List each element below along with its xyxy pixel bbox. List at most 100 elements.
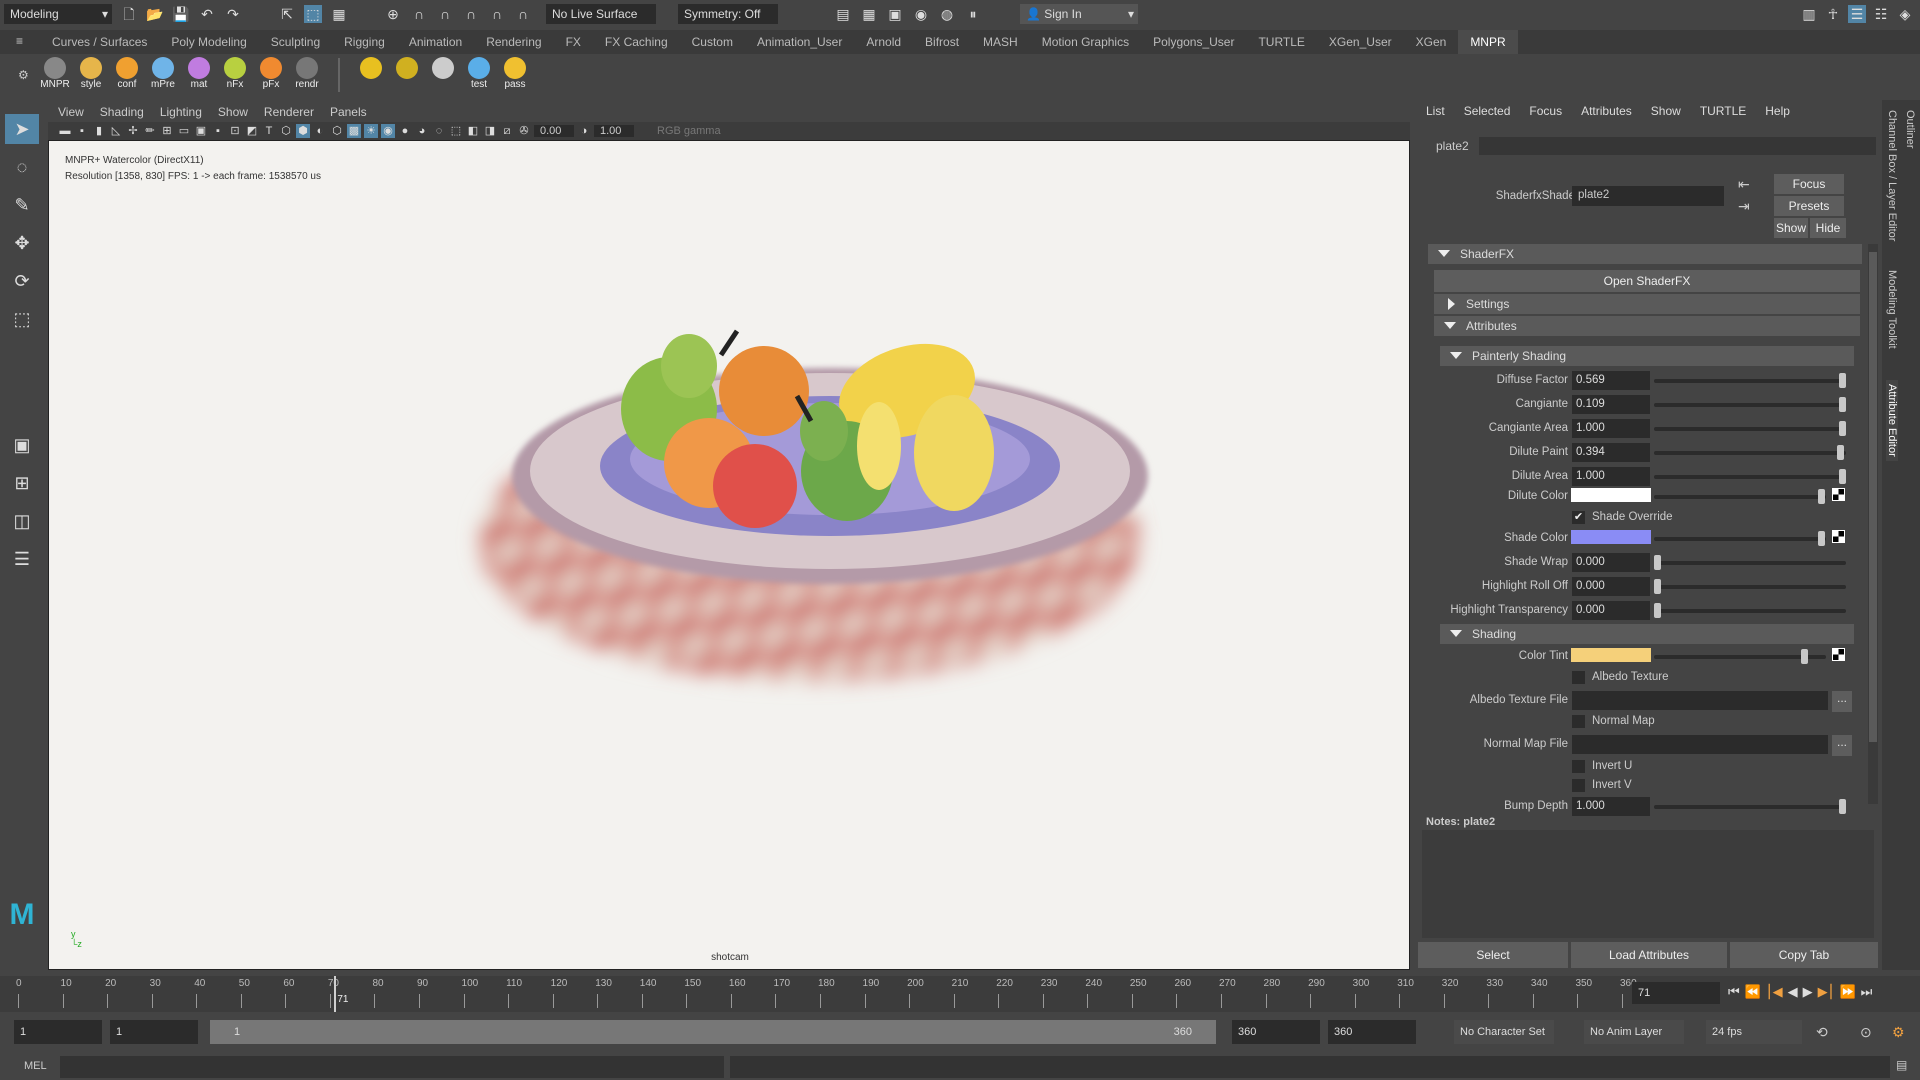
map-texture-button[interactable]: [1832, 530, 1845, 543]
attribute-slider[interactable]: [1654, 469, 1846, 484]
ae-menu-item[interactable]: Focus: [1529, 104, 1562, 118]
gamma-field[interactable]: 1.00: [594, 125, 634, 137]
command-input[interactable]: [60, 1056, 724, 1078]
film-gate-icon[interactable]: ▭: [177, 124, 191, 138]
shelf-button[interactable]: pass: [500, 57, 530, 93]
range-slider[interactable]: 1 360: [210, 1020, 1216, 1044]
pause-icon[interactable]: ⏸: [964, 5, 982, 23]
shelf-button[interactable]: pFx: [256, 57, 286, 93]
lasso-tool-icon[interactable]: ◌: [5, 152, 39, 182]
dilute-color-slider[interactable]: [1654, 489, 1826, 504]
script-editor-icon[interactable]: ▤: [1896, 1058, 1907, 1072]
snap-live-icon[interactable]: ∩: [514, 5, 532, 23]
slider-handle[interactable]: [1839, 469, 1846, 484]
step-forward-frame-icon[interactable]: ▶⎮: [1818, 984, 1835, 1000]
new-scene-icon[interactable]: 🗋: [120, 5, 138, 23]
attribute-slider[interactable]: [1654, 445, 1846, 460]
smooth-shade-icon[interactable]: ⬢: [296, 124, 310, 138]
attribute-value-field[interactable]: 0.109: [1572, 395, 1650, 414]
attribute-value-field[interactable]: 0.000: [1572, 553, 1650, 572]
image-plane-icon[interactable]: ◺: [109, 124, 123, 138]
shelf-tab[interactable]: Arnold: [854, 30, 913, 54]
redo-icon[interactable]: ↷: [224, 5, 242, 23]
shelf-button[interactable]: [356, 57, 386, 93]
slider-handle[interactable]: [1839, 421, 1846, 436]
ae-menu-item[interactable]: TURTLE: [1700, 104, 1746, 118]
focus-input-icon[interactable]: ⇤: [1738, 176, 1750, 193]
shelf-button[interactable]: rendr: [292, 57, 322, 93]
ambient-occlusion-icon[interactable]: ●: [398, 124, 412, 138]
outliner-layout-icon[interactable]: ☰: [5, 544, 39, 574]
section-attributes[interactable]: Attributes: [1434, 316, 1860, 336]
copy-tab-button[interactable]: Copy Tab: [1730, 942, 1878, 968]
albedo-texture-checkbox[interactable]: [1572, 671, 1585, 684]
shelf-button[interactable]: style: [76, 57, 106, 93]
hypershade-icon[interactable]: ◍: [938, 5, 956, 23]
step-forward-key-icon[interactable]: ⏩: [1839, 984, 1855, 1000]
shelf-tab[interactable]: Rendering: [474, 30, 553, 54]
anim-prefs-icon[interactable]: ⚙: [1892, 1024, 1905, 1041]
play-backwards-icon[interactable]: ◀: [1788, 984, 1798, 1000]
exposure-field[interactable]: 0.00: [534, 125, 574, 137]
resolution-gate-icon[interactable]: ▣: [194, 124, 208, 138]
snap-view-icon[interactable]: ∩: [462, 5, 480, 23]
auto-key-icon[interactable]: ⊙: [1860, 1024, 1872, 1041]
camera-icon[interactable]: ▬: [58, 124, 72, 138]
shader-name-field[interactable]: plate2: [1572, 186, 1724, 206]
select-component-icon[interactable]: ▦: [330, 5, 348, 23]
normal-map-file-field[interactable]: [1572, 735, 1828, 754]
section-shading[interactable]: Shading: [1440, 624, 1854, 644]
viewport-menu-item[interactable]: Shading: [100, 105, 144, 119]
shelf-tab[interactable]: XGen: [1404, 30, 1459, 54]
slider-handle[interactable]: [1654, 555, 1661, 570]
slider-handle[interactable]: [1818, 489, 1825, 504]
attribute-slider[interactable]: [1654, 373, 1846, 388]
hide-button[interactable]: Hide: [1810, 218, 1846, 238]
attribute-value-field[interactable]: 0.569: [1572, 371, 1650, 390]
wireframe-icon[interactable]: ⬡: [279, 124, 293, 138]
four-view-layout-icon[interactable]: ⊞: [5, 468, 39, 498]
shelf-tab[interactable]: Sculpting: [259, 30, 332, 54]
use-all-lights-icon[interactable]: ☀: [364, 124, 378, 138]
viewport-menu-item[interactable]: Panels: [330, 105, 367, 119]
shelf-tab[interactable]: Animation: [397, 30, 474, 54]
attribute-value-field[interactable]: 0.000: [1572, 601, 1650, 620]
snap-grid-icon[interactable]: ⊕: [384, 5, 402, 23]
shelf-tab[interactable]: FX Caching: [593, 30, 680, 54]
step-back-key-icon[interactable]: ⏪: [1745, 984, 1761, 1000]
step-back-frame-icon[interactable]: ⎮◀: [1766, 984, 1783, 1000]
play-forwards-icon[interactable]: ▶: [1803, 984, 1813, 1000]
viewport[interactable]: MNPR+ Watercolor (DirectX11) Resolution …: [48, 140, 1410, 970]
normal-map-checkbox[interactable]: [1572, 715, 1585, 728]
invert-v-checkbox[interactable]: [1572, 779, 1585, 792]
slider-handle[interactable]: [1839, 373, 1846, 388]
slider-handle[interactable]: [1837, 445, 1844, 460]
shelf-settings-icon[interactable]: ⚙: [18, 68, 29, 82]
textured-icon[interactable]: ▩: [347, 124, 361, 138]
tool-settings-icon[interactable]: ☷: [1872, 5, 1890, 23]
shade-color-swatch[interactable]: [1571, 530, 1651, 544]
shade-color-slider[interactable]: [1654, 531, 1826, 546]
shelf-tab[interactable]: XGen_User: [1317, 30, 1404, 54]
xray-icon[interactable]: ◧: [466, 124, 480, 138]
2d-pan-icon[interactable]: ✢: [126, 124, 140, 138]
viewport-menu-item[interactable]: View: [58, 105, 84, 119]
current-frame-field[interactable]: 71: [1632, 982, 1720, 1004]
render-current-icon[interactable]: ▦: [860, 5, 878, 23]
browse-button[interactable]: ...: [1832, 735, 1852, 756]
xray-components-icon[interactable]: ⧄: [500, 124, 514, 138]
shelf-tab[interactable]: FX: [554, 30, 593, 54]
go-to-start-icon[interactable]: ⏮: [1728, 984, 1740, 1000]
show-button[interactable]: Show: [1774, 218, 1808, 238]
map-texture-button[interactable]: [1832, 488, 1845, 501]
browse-button[interactable]: ...: [1832, 691, 1852, 712]
slider-handle[interactable]: [1818, 531, 1825, 546]
attribute-slider[interactable]: [1654, 603, 1846, 618]
grease-pencil-icon[interactable]: ✏: [143, 124, 157, 138]
shelf-button[interactable]: conf: [112, 57, 142, 93]
shelf-tab[interactable]: Animation_User: [745, 30, 854, 54]
snap-point-icon[interactable]: ∩: [436, 5, 454, 23]
attribute-value-field[interactable]: 0.000: [1572, 577, 1650, 596]
scene-end-field[interactable]: 360: [1328, 1020, 1416, 1044]
open-scene-icon[interactable]: 📂: [146, 5, 164, 23]
